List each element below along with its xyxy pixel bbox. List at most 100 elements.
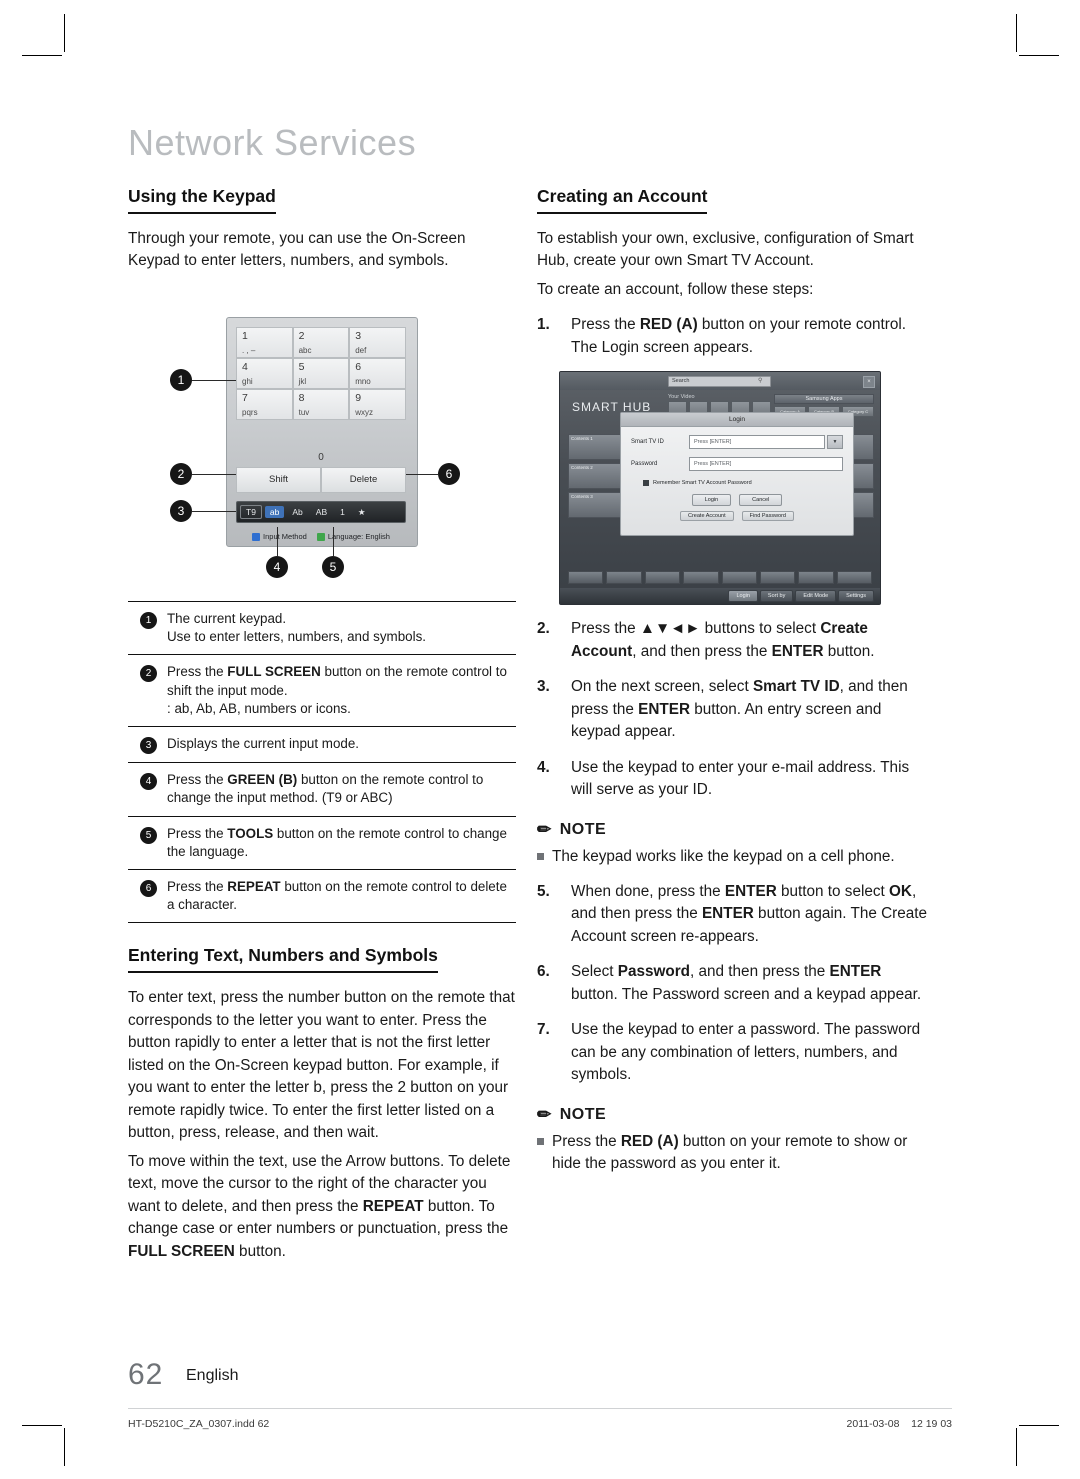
table-row: 3 Displays the current input mode.: [128, 727, 516, 764]
thumb[interactable]: [568, 571, 604, 585]
legend-number-1: 1: [140, 611, 157, 629]
crop-mark-br-h: [1019, 1425, 1059, 1426]
login-button[interactable]: Login: [728, 590, 758, 603]
thumb[interactable]: [836, 571, 872, 585]
legend-number-4: 4: [140, 773, 157, 791]
password-input[interactable]: Press [ENTER]: [689, 457, 843, 472]
thumb[interactable]: [644, 571, 681, 585]
crop-mark-tl-v: [64, 14, 65, 52]
pencil-icon: ✏: [537, 819, 552, 839]
keypad-mode-ab-title[interactable]: Ab: [287, 506, 307, 519]
remember-password-checkbox[interactable]: Remember Smart TV Account Password: [643, 480, 853, 487]
thumb[interactable]: [683, 571, 719, 585]
settings-button[interactable]: Settings: [838, 590, 874, 603]
note-body-2: Press the RED (A) button on your remote …: [537, 1131, 927, 1175]
login-dialog-links: Create Account Find Password: [621, 511, 853, 522]
keypad-key-2[interactable]: 2 abc: [292, 326, 350, 358]
creating-account-intro-2: To create an account, follow these steps…: [537, 280, 814, 298]
dialog-cancel-button[interactable]: Cancel: [739, 494, 783, 507]
search-icon: ⚲: [758, 378, 763, 385]
note-bullet-icon: [537, 1137, 544, 1145]
thumb[interactable]: [798, 571, 834, 585]
keypad-mode-bar: T9 ab Ab AB 1 ★: [236, 500, 406, 523]
keypad-key-number: 1: [242, 329, 248, 342]
keypad-key-6[interactable]: 6 mno: [349, 357, 406, 389]
thumb[interactable]: [759, 571, 796, 585]
tools-gear-icon: [316, 532, 325, 541]
smart-hub-bottom-bar: Login Sort by Edit Mode Settings: [560, 588, 880, 605]
note-heading-2: ✏ NOTE: [537, 1105, 927, 1125]
input-method-button[interactable]: Input Method: [252, 532, 307, 541]
thumb[interactable]: [721, 571, 757, 585]
callout-6: 6: [438, 462, 460, 485]
create-account-button[interactable]: Create Account: [680, 511, 734, 522]
keypad-key-letters: mno: [355, 376, 371, 386]
note-label: NOTE: [559, 1105, 607, 1123]
footer-time: 12 19 03: [911, 1418, 952, 1430]
legend-number-2: 2: [140, 665, 157, 683]
keypad-figure: 1 . , – 2 abc 3 def 4 ghi 5 jkl 6 mno 7 …: [128, 289, 516, 589]
language-button[interactable]: Language: English: [316, 532, 390, 541]
step-text: Press the ▲▼◄► buttons to select Create …: [571, 618, 927, 663]
callout-5: 5: [322, 555, 344, 578]
edit-mode-button[interactable]: Edit Mode: [795, 590, 837, 603]
note-label: NOTE: [559, 820, 607, 838]
keypad-key-1[interactable]: 1 . , –: [236, 326, 293, 358]
step-number: 2.: [537, 620, 550, 638]
dialog-login-button[interactable]: Login: [691, 494, 732, 507]
callout-3-leader: [192, 510, 236, 512]
step-part: , and then press the: [690, 963, 830, 981]
step-part: Select: [571, 963, 618, 981]
page-number: 62: [128, 1358, 164, 1391]
keypad-key-5[interactable]: 5 jkl: [292, 357, 350, 389]
crop-mark-br-v: [1016, 1428, 1017, 1466]
login-dialog: Login Smart TV ID Press [ENTER] ▼ Passwo…: [620, 412, 854, 537]
keypad-key-9[interactable]: 9 wxyz: [349, 388, 406, 420]
keypad-key-number: 3: [355, 329, 362, 342]
search-input[interactable]: Search: [668, 376, 771, 388]
step-text: Select Password, and then press the ENTE…: [571, 961, 927, 1006]
callout-4-leader: [277, 526, 278, 556]
keypad-mode-t9[interactable]: T9: [240, 504, 262, 520]
find-password-button[interactable]: Find Password: [741, 511, 794, 522]
step-part: Press the ▲▼◄► buttons to select: [571, 620, 821, 638]
close-icon[interactable]: ×: [863, 376, 875, 389]
keypad-mode-symbols[interactable]: ★: [353, 506, 371, 519]
step-6: 6. Select Password, and then press the E…: [537, 961, 927, 1006]
keypad-key-8[interactable]: 8 tuv: [292, 388, 350, 420]
keypad-key-4[interactable]: 4 ghi: [236, 357, 293, 389]
step-1: 1. Press the RED (A) button on your remo…: [537, 314, 927, 359]
callout-5-leader: [333, 526, 334, 556]
keypad-mode-ab-lower[interactable]: ab: [264, 505, 285, 519]
creating-account-intro-1: To establish your own, exclusive, config…: [537, 230, 914, 270]
footer-file-name: HT-D5210C_ZA_0307.indd 62: [128, 1418, 270, 1430]
crop-mark-tr-h: [1019, 55, 1059, 56]
callout-1-leader: [192, 379, 236, 381]
sort-by-button[interactable]: Sort by: [759, 590, 794, 603]
entering-text-paragraph-2: To move within the text, use the Arrow b…: [128, 1151, 516, 1263]
keypad-key-7[interactable]: 7 pqrs: [236, 388, 293, 420]
footer-timestamp: 2011-03-08 12 19 03: [847, 1418, 952, 1430]
smart-tv-id-input[interactable]: Press [ENTER]: [689, 435, 825, 450]
input-method-label: Input Method: [263, 532, 307, 542]
chevron-down-icon[interactable]: ▼: [827, 435, 843, 450]
step-part: button. The Password screen and a keypad…: [571, 985, 922, 1003]
thumb[interactable]: [606, 571, 642, 585]
bottom-thumbnail-row: [568, 571, 872, 585]
section-heading-creating-an-account: Creating an Account: [537, 186, 708, 214]
keypad-key-0[interactable]: 0: [293, 449, 350, 467]
step-4: 4. Use the keypad to enter your e-mail a…: [537, 757, 927, 802]
keypad-mode-numbers[interactable]: 1: [335, 506, 350, 519]
smart-hub-screenshot: Search ⚲ × SMART HUB Your Video Samsung …: [559, 371, 881, 606]
password-row: Password Press [ENTER]: [631, 457, 843, 472]
page-language: English: [186, 1367, 239, 1384]
step-3: 3. On the next screen, select Smart TV I…: [537, 676, 927, 743]
keypad-shift-button[interactable]: Shift: [236, 466, 321, 493]
login-dialog-buttons: Login Cancel: [621, 494, 853, 507]
keypad-mode-ab-upper[interactable]: AB: [311, 506, 332, 519]
keypad-key-3[interactable]: 3 def: [349, 326, 406, 358]
keypad-delete-button[interactable]: Delete: [321, 466, 406, 493]
legend-text-6: Press the REPEAT button on the remote co…: [167, 878, 507, 913]
legend-text-2: Press the FULL SCREEN button on the remo…: [167, 663, 512, 718]
enter-keyword: ENTER: [638, 700, 691, 718]
